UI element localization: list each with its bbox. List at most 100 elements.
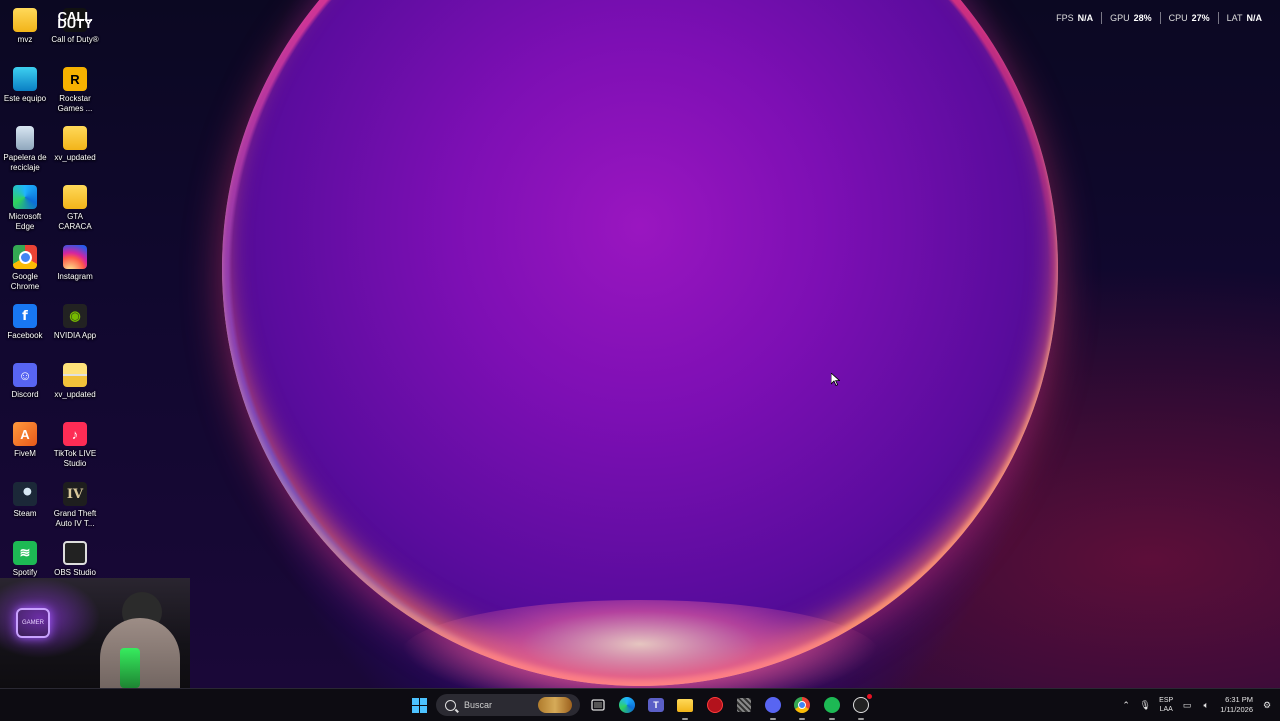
start-button[interactable] bbox=[409, 695, 429, 715]
desktop-icon-discord[interactable]: ☺ Discord bbox=[1, 363, 49, 400]
spotify-icon: ≋ bbox=[13, 541, 37, 565]
desktop-icon-label: Steam bbox=[13, 509, 37, 518]
fps-label: FPS bbox=[1056, 13, 1074, 23]
facebook-glyph: f bbox=[22, 308, 28, 324]
language-top: ESP bbox=[1159, 697, 1174, 704]
lat-label: LAT bbox=[1226, 13, 1243, 23]
facebook-icon: f bbox=[13, 304, 37, 328]
desktop-icon-edge[interactable]: Microsoft Edge bbox=[1, 185, 49, 232]
gpu-label: GPU bbox=[1110, 13, 1130, 23]
app-grid-icon bbox=[737, 698, 751, 712]
desktop-icon-label: Rockstar Games ... bbox=[57, 94, 93, 113]
taskbar-app-red[interactable] bbox=[705, 695, 725, 715]
teams-icon: T bbox=[648, 698, 664, 712]
clock[interactable]: 6:31 PM 1/11/2026 bbox=[1220, 695, 1253, 715]
taskbar-app-grid[interactable] bbox=[734, 695, 754, 715]
recycle-bin-icon bbox=[16, 126, 34, 150]
desktop-icon-label: Instagram bbox=[57, 272, 93, 281]
desktop-icon-label: GTA CARACA bbox=[58, 212, 92, 231]
cod-glyph: CALL DUTY bbox=[57, 9, 93, 31]
desktop-icon-label: Grand Theft Auto IV T... bbox=[53, 509, 97, 528]
desktop-icon-xv-updated-zip[interactable]: xv_updated bbox=[51, 363, 99, 400]
fivem-glyph: A bbox=[20, 426, 30, 442]
folder-icon bbox=[63, 185, 87, 209]
taskbar-obs[interactable] bbox=[851, 694, 872, 720]
taskbar-chrome[interactable] bbox=[792, 695, 812, 720]
webcam-overlay: GAMER bbox=[0, 578, 190, 690]
taskbar-file-explorer[interactable] bbox=[675, 695, 695, 720]
discord-icon: ☺ bbox=[13, 363, 37, 387]
rockstar-glyph: R bbox=[70, 71, 80, 87]
desktop-icon-label: Spotify bbox=[12, 568, 38, 577]
desktop-icon-este-equipo[interactable]: Este equipo bbox=[1, 67, 49, 104]
desktop-icon-label: FiveM bbox=[14, 449, 36, 458]
chrome-icon bbox=[13, 245, 37, 269]
discord-icon bbox=[765, 697, 781, 713]
taskbar-discord[interactable] bbox=[763, 695, 783, 720]
desktop-icon-label: Discord bbox=[11, 390, 39, 399]
spotify-icon bbox=[824, 697, 840, 713]
rockstar-games-icon: R bbox=[63, 67, 87, 91]
language-bottom: LAA bbox=[1159, 706, 1173, 713]
zip-folder-icon bbox=[63, 363, 87, 387]
desktop-icon-instagram[interactable]: Instagram bbox=[51, 245, 99, 282]
desktop-icon-label: TikTok LIVE Studio bbox=[53, 449, 97, 468]
desktop-icon-rockstar[interactable]: R Rockstar Games ... bbox=[51, 67, 99, 114]
file-explorer-icon bbox=[677, 698, 693, 712]
tiktok-icon: ♪ bbox=[63, 422, 87, 446]
language-indicator[interactable]: ESP LAA bbox=[1159, 696, 1173, 714]
desktop-icon-tiktok-live[interactable]: ♪ TikTok LIVE Studio bbox=[51, 422, 99, 469]
desktop-icon-papelera[interactable]: Papelera de reciclaje bbox=[1, 126, 49, 173]
instagram-icon bbox=[63, 245, 87, 269]
edge-icon bbox=[13, 185, 37, 209]
desktop-icon-facebook[interactable]: f Facebook bbox=[1, 304, 49, 341]
desktop-icon-gta-caraca[interactable]: GTA CARACA bbox=[51, 185, 99, 232]
desktop-icon-steam[interactable]: Steam bbox=[1, 482, 49, 519]
desktop-icon-mvz[interactable]: mvz bbox=[1, 8, 49, 45]
task-view-button[interactable] bbox=[588, 695, 608, 715]
desktop-icon-xv-updated[interactable]: xv_updated bbox=[51, 126, 99, 163]
desktop-icon-label: xv_updated bbox=[54, 390, 96, 399]
desktop-icon-fivem[interactable]: A FiveM bbox=[1, 422, 49, 459]
app-red-icon bbox=[707, 697, 723, 713]
desktop-icon-label: Microsoft Edge bbox=[8, 212, 42, 231]
desktop-icon-gta-iv[interactable]: IV Grand Theft Auto IV T... bbox=[51, 482, 99, 529]
task-view-icon bbox=[591, 699, 605, 711]
desktop-wallpaper bbox=[0, 0, 1280, 688]
neon-sign: GAMER bbox=[16, 608, 50, 638]
cpu-label: CPU bbox=[1168, 13, 1188, 23]
windows-logo-icon bbox=[411, 697, 427, 713]
latency-metric: LAT N/A bbox=[1219, 13, 1270, 23]
gta4-glyph: IV bbox=[66, 486, 84, 502]
tiktok-glyph: ♪ bbox=[71, 426, 79, 442]
desktop-icon-label: Papelera de reciclaje bbox=[3, 153, 47, 172]
desktop-icon-label: OBS Studio bbox=[54, 568, 96, 577]
this-pc-icon bbox=[13, 67, 37, 91]
call-of-duty-icon: CALL DUTY bbox=[57, 8, 93, 32]
mouse-cursor-icon bbox=[831, 373, 840, 386]
desktop-icon-obs[interactable]: OBS Studio bbox=[51, 541, 99, 578]
desktop-icon-label: Call of Duty® bbox=[51, 35, 99, 44]
microphone-icon[interactable]: 🎙︎ bbox=[1139, 700, 1150, 710]
chevron-up-icon[interactable]: ⌃ bbox=[1121, 700, 1131, 710]
desktop-icon-nvidia[interactable]: ◉ NVIDIA App bbox=[51, 304, 99, 341]
clock-time: 6:31 PM bbox=[1225, 695, 1253, 704]
volume-icon[interactable]: 🔈︎ bbox=[1201, 700, 1211, 710]
desktop-icon-spotify[interactable]: ≋ Spotify bbox=[1, 541, 49, 578]
lat-value: N/A bbox=[1246, 13, 1263, 23]
taskbar-edge[interactable] bbox=[617, 695, 637, 715]
nvidia-glyph: ◉ bbox=[69, 308, 81, 323]
performance-overlay: FPS N/A GPU 28% CPU 27% LAT N/A bbox=[1048, 12, 1270, 24]
wallpaper-orb-rim bbox=[222, 0, 1058, 686]
network-icon[interactable]: ▭ bbox=[1182, 700, 1192, 710]
desktop-icon-call-of-duty[interactable]: CALL DUTY Call of Duty® bbox=[51, 8, 99, 45]
desktop-icon-chrome[interactable]: Google Chrome bbox=[1, 245, 49, 292]
notification-settings-icon[interactable]: ⚙︎ bbox=[1262, 700, 1272, 710]
taskbar-teams[interactable]: T bbox=[646, 695, 666, 715]
desktop-icon-label: Google Chrome bbox=[10, 272, 40, 291]
search-highlight-image bbox=[538, 697, 572, 713]
taskbar-spotify[interactable] bbox=[822, 695, 842, 720]
desktop-icon-label: NVIDIA App bbox=[53, 331, 97, 340]
gpu-metric: GPU 28% bbox=[1102, 13, 1160, 23]
taskbar-search[interactable]: Buscar bbox=[436, 694, 580, 716]
